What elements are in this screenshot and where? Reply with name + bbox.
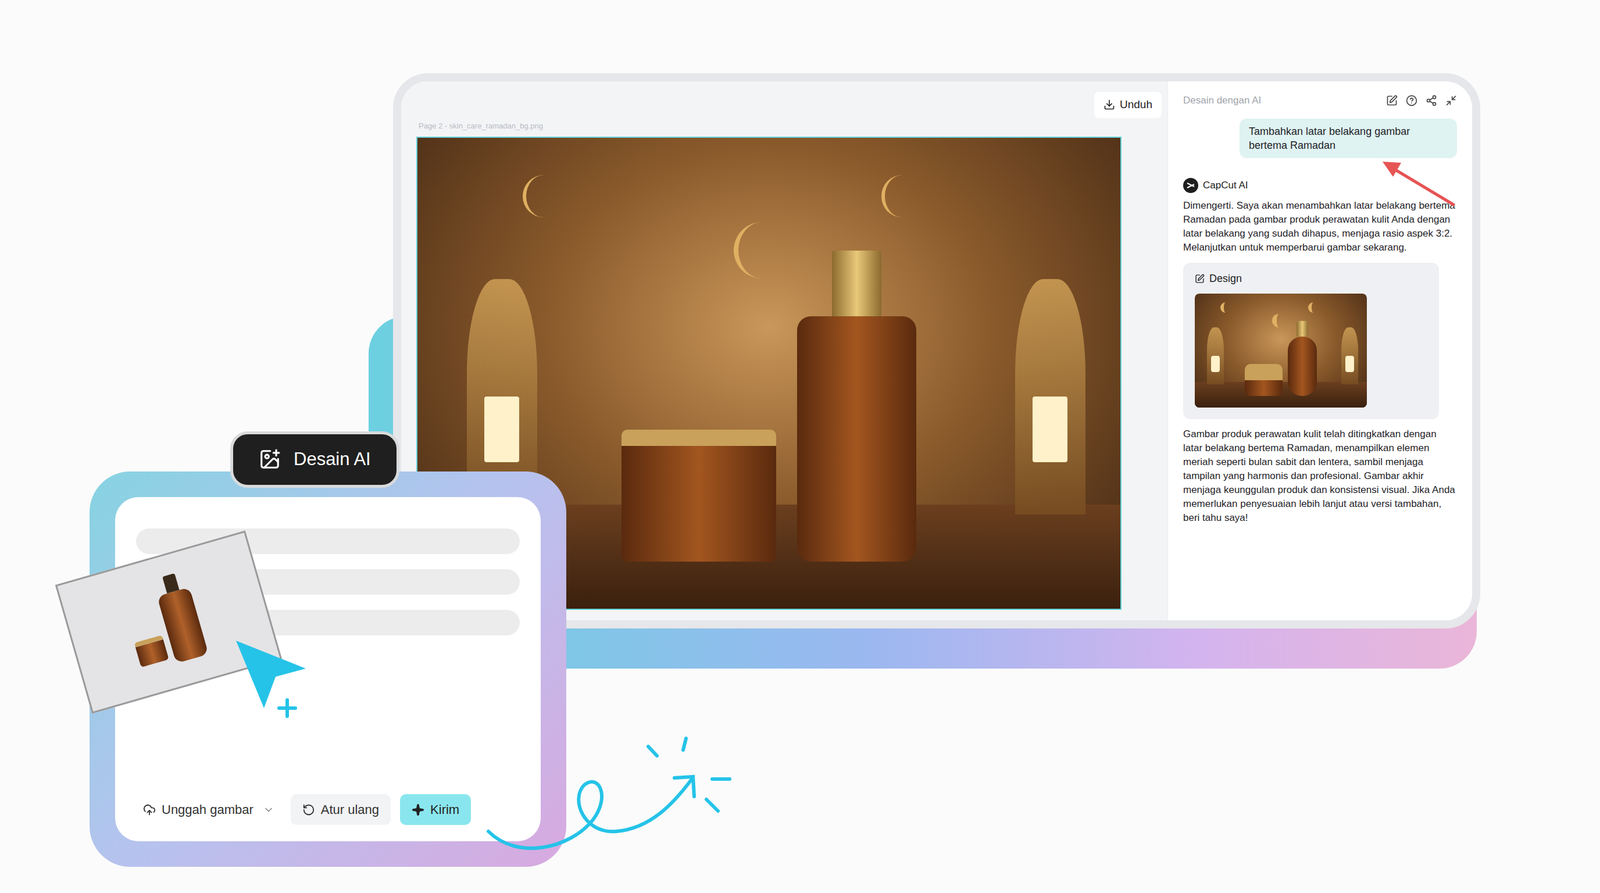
design-card[interactable]: Design	[1183, 262, 1439, 420]
capcut-logo-icon	[1183, 177, 1199, 194]
design-label: Design	[1209, 270, 1242, 287]
page-label: Page 2 - skin_care_ramadan_bg.png	[416, 120, 1168, 132]
image-icon	[258, 448, 281, 471]
page: UnduhPage 2 - skin_care_ramadan_bg.pngDe…	[0, 0, 1600, 893]
dropdown-button[interactable]: Unggah gambar	[136, 794, 282, 825]
download-icon	[1103, 98, 1116, 111]
design-icon	[1194, 273, 1205, 284]
chat-title: Desain dengan AI	[1183, 93, 1262, 109]
design-thumbnail	[1194, 293, 1367, 408]
help-icon[interactable]	[1405, 94, 1418, 107]
chat-panel: Desain dengan AI Tambahkan latar belakang…	[1167, 81, 1473, 621]
edit-icon[interactable]	[1386, 94, 1398, 107]
cursor-icon	[232, 638, 314, 720]
primary-button[interactable]: Kirim	[400, 794, 471, 825]
curly-arrow-icon	[482, 732, 745, 873]
sparkle-icon	[411, 803, 425, 817]
assistant-name: CapCut AI	[1202, 177, 1249, 194]
reset-button[interactable]: Atur ulang	[290, 794, 391, 825]
desain-ai-badge: Desain AI	[230, 431, 400, 488]
chevron-down-icon	[262, 804, 275, 816]
reset-icon	[302, 803, 316, 817]
download-button[interactable]: Unduh	[1094, 91, 1162, 119]
share-icon[interactable]	[1425, 94, 1438, 107]
user-message: Tambahkan latar belakang gambar bertema …	[1239, 118, 1457, 159]
pointer-arrow-icon	[1377, 156, 1460, 210]
upload-icon	[143, 803, 156, 817]
assistant-intro: Dimengerti. Saya akan menambahkan latar …	[1183, 198, 1457, 255]
assistant-summary: Gambar produk perawatan kulit telah diti…	[1183, 427, 1457, 525]
minimize-icon[interactable]	[1445, 94, 1457, 107]
